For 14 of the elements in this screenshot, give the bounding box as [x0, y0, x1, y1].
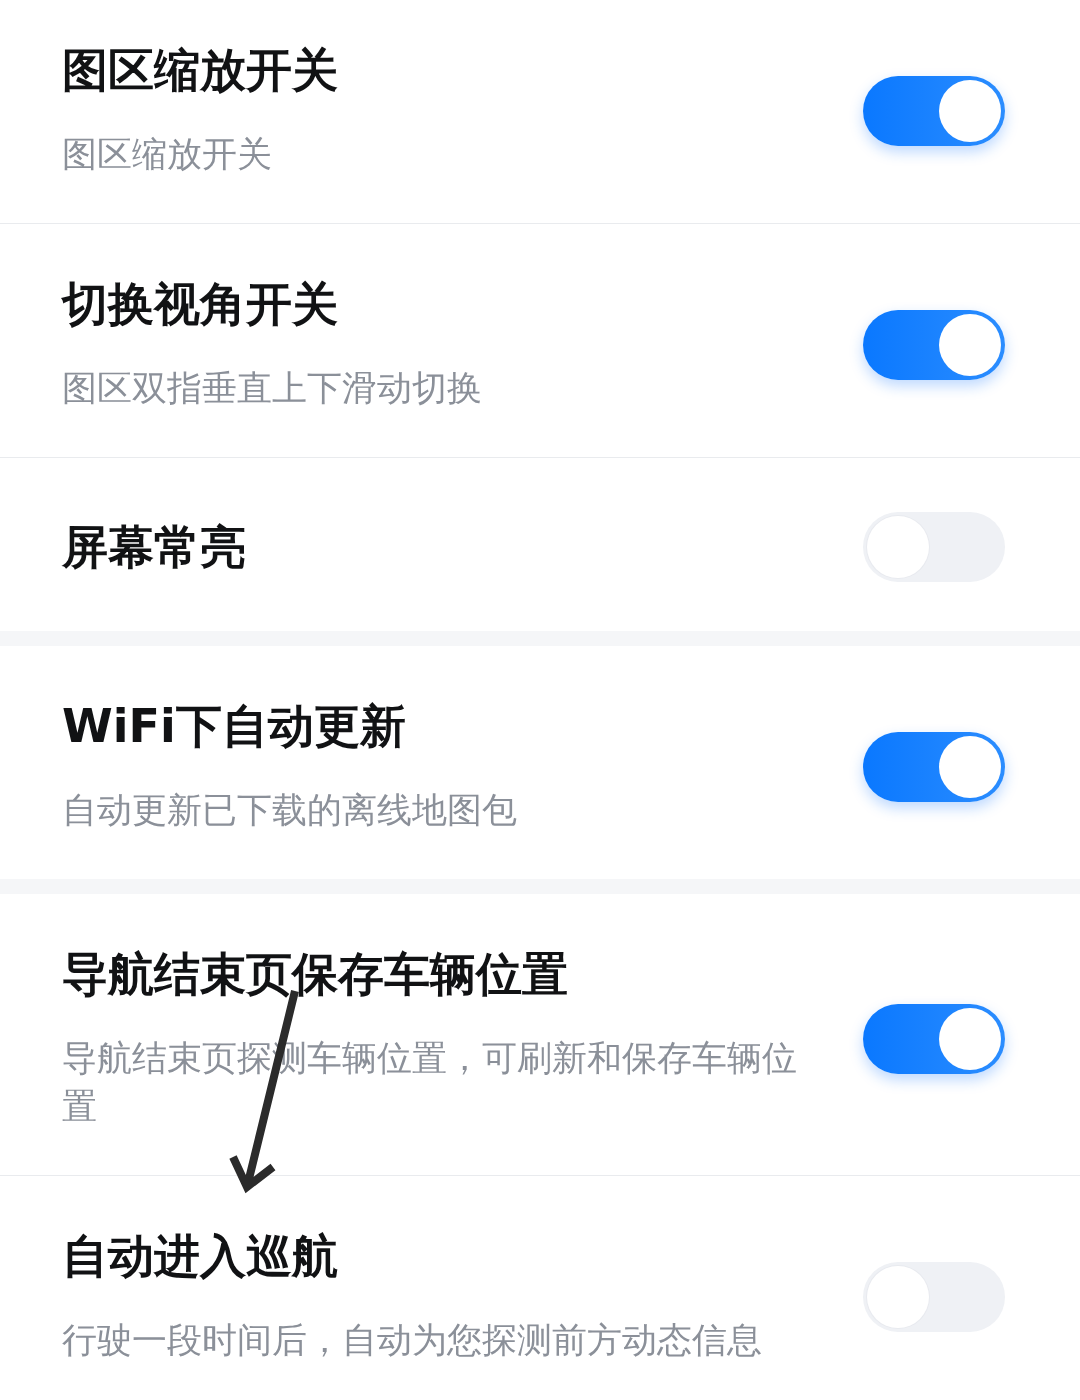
setting-description: 自动更新已下载的离线地图包 [62, 789, 518, 832]
toggle-switch[interactable] [863, 732, 1005, 802]
setting-description: 行驶一段时间后，自动为您探测前方动态信息 [62, 1319, 763, 1362]
toggle-switch[interactable] [863, 310, 1005, 380]
setting-title: 屏幕常亮 [62, 521, 246, 573]
setting-title: WiFi下自动更新 [62, 700, 407, 752]
setting-title: 切换视角开关 [62, 278, 339, 330]
setting-title: 图区缩放开关 [62, 44, 339, 96]
setting-description: 图区双指垂直上下滑动切换 [62, 367, 483, 410]
setting-description: 图区缩放开关 [62, 133, 273, 176]
toggle-switch[interactable] [863, 1004, 1005, 1074]
toggle-switch[interactable] [863, 76, 1005, 146]
setting-title: 导航结束页保存车辆位置 [62, 948, 569, 1000]
setting-title: 自动进入巡航 [62, 1230, 339, 1282]
